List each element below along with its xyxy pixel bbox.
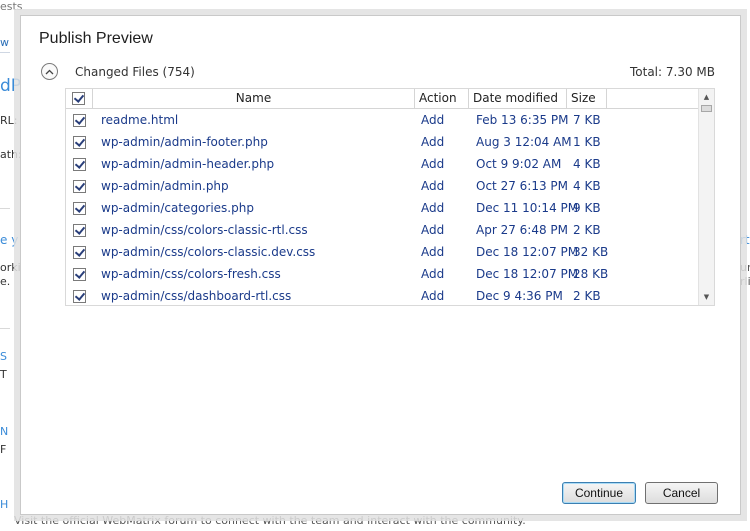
background-text: T xyxy=(0,368,7,381)
column-header-name[interactable]: Name xyxy=(93,89,415,108)
vertical-scrollbar[interactable]: ▲ ▼ xyxy=(698,89,714,305)
file-date: Apr 27 6:48 PM xyxy=(476,223,569,237)
table-row[interactable]: wp-admin/css/colors-classic-rtl.css Add … xyxy=(66,220,698,242)
file-name: wp-admin/css/colors-classic.dev.css xyxy=(101,245,316,259)
file-action: Add xyxy=(421,201,445,215)
file-date: Dec 18 12:07 PM xyxy=(476,267,579,281)
file-name: wp-admin/categories.php xyxy=(101,201,254,215)
scroll-up-icon[interactable]: ▲ xyxy=(699,90,714,104)
file-name: wp-admin/css/dashboard-rtl.css xyxy=(101,289,292,303)
background-text: ur xyxy=(740,261,750,274)
row-checkbox[interactable] xyxy=(73,224,86,237)
chevron-up-icon[interactable] xyxy=(41,63,58,80)
row-checkbox[interactable] xyxy=(73,136,86,149)
file-name: wp-admin/admin.php xyxy=(101,179,229,193)
file-name: readme.html xyxy=(101,113,179,127)
table-row[interactable]: wp-admin/admin-header.php Add Oct 9 9:02… xyxy=(66,154,698,176)
select-all-checkbox[interactable] xyxy=(72,92,85,105)
row-checkbox[interactable] xyxy=(73,180,86,193)
background-divider xyxy=(0,52,10,53)
row-checkbox[interactable] xyxy=(73,290,86,303)
row-checkbox[interactable] xyxy=(73,246,86,259)
file-date: Dec 11 10:14 PM xyxy=(476,201,579,215)
background-footer-text: Visit the official WebMatrix forum to co… xyxy=(14,514,526,527)
file-size: 28 KB xyxy=(573,267,609,281)
file-size: 4 KB xyxy=(573,157,601,171)
file-date: Feb 13 6:35 PM xyxy=(476,113,569,127)
cancel-button[interactable]: Cancel xyxy=(645,482,718,504)
background-heading: N xyxy=(0,425,9,438)
file-size: 4 KB xyxy=(573,179,601,193)
file-size: 1 KB xyxy=(573,135,601,149)
column-header-filler xyxy=(607,89,698,108)
column-header-size[interactable]: Size xyxy=(567,89,607,108)
column-header-date-modified[interactable]: Date modified xyxy=(469,89,567,108)
scrollbar-thumb[interactable] xyxy=(701,105,712,112)
background-path-label: ath: xyxy=(0,148,22,161)
changed-files-table: Name Action Date modified Size readme.ht… xyxy=(65,88,715,306)
table-row[interactable]: wp-admin/categories.php Add Dec 11 10:14… xyxy=(66,198,698,220)
publish-preview-dialog: Publish Preview Changed Files (754) Tota… xyxy=(20,15,741,515)
file-name: wp-admin/css/colors-fresh.css xyxy=(101,267,281,281)
background-divider xyxy=(0,328,10,329)
total-size-label: Total: 7.30 MB xyxy=(629,65,715,79)
file-date: Dec 9 4:36 PM xyxy=(476,289,563,303)
scroll-down-icon[interactable]: ▼ xyxy=(699,290,714,304)
file-action: Add xyxy=(421,179,445,193)
file-size: 9 KB xyxy=(573,201,601,215)
file-date: Oct 27 6:13 PM xyxy=(476,179,568,193)
background-heading: S xyxy=(0,350,7,363)
background-text: e. xyxy=(0,275,11,288)
dialog-title: Publish Preview xyxy=(39,30,153,47)
background-tab[interactable]: ests xyxy=(0,0,23,13)
file-date: Aug 3 12:04 AM xyxy=(476,135,572,149)
table-row[interactable]: readme.html Add Feb 13 6:35 PM 7 KB xyxy=(66,110,698,132)
table-row[interactable]: wp-admin/admin-footer.php Add Aug 3 12:0… xyxy=(66,132,698,154)
row-checkbox[interactable] xyxy=(73,158,86,171)
background-heading: e y xyxy=(0,233,19,247)
background-link[interactable]: w xyxy=(0,36,9,49)
file-name: wp-admin/admin-header.php xyxy=(101,157,275,171)
file-size: 7 KB xyxy=(573,113,601,127)
file-name: wp-admin/admin-footer.php xyxy=(101,135,268,149)
table-row[interactable]: wp-admin/css/colors-fresh.css Add Dec 18… xyxy=(66,264,698,286)
row-checkbox[interactable] xyxy=(73,202,86,215)
background-url-label: RL: xyxy=(0,114,18,127)
background-site-title: dP xyxy=(0,76,22,96)
file-action: Add xyxy=(421,135,445,149)
chevron-up-glyph xyxy=(45,69,54,74)
background-text: rli xyxy=(740,275,750,288)
table-header: Name Action Date modified Size xyxy=(66,89,698,109)
background-heading: rt xyxy=(740,233,750,247)
column-header-action[interactable]: Action xyxy=(415,89,469,108)
file-size: 2 KB xyxy=(573,289,601,303)
file-name: wp-admin/css/colors-classic-rtl.css xyxy=(101,223,308,237)
table-row[interactable]: wp-admin/admin.php Add Oct 27 6:13 PM 4 … xyxy=(66,176,698,198)
changed-files-label: Changed Files (754) xyxy=(75,65,195,79)
background-text: orki xyxy=(0,261,21,274)
file-size: 2 KB xyxy=(573,223,601,237)
table-row[interactable]: wp-admin/css/dashboard-rtl.css Add Dec 9… xyxy=(66,286,698,305)
file-date: Dec 18 12:07 PM xyxy=(476,245,579,259)
background-heading: H xyxy=(0,498,9,511)
file-action: Add xyxy=(421,157,445,171)
background-text: F xyxy=(0,443,7,456)
row-checkbox[interactable] xyxy=(73,114,86,127)
file-action: Add xyxy=(421,113,445,127)
header-select-all-cell xyxy=(66,89,93,108)
file-action: Add xyxy=(421,267,445,281)
file-action: Add xyxy=(421,289,445,303)
continue-button[interactable]: Continue xyxy=(562,482,636,504)
file-action: Add xyxy=(421,223,445,237)
file-action: Add xyxy=(421,245,445,259)
file-date: Oct 9 9:02 AM xyxy=(476,157,562,171)
background-divider xyxy=(0,208,10,209)
table-row[interactable]: wp-admin/css/colors-classic.dev.css Add … xyxy=(66,242,698,264)
row-checkbox[interactable] xyxy=(73,268,86,281)
file-size: 32 KB xyxy=(573,245,609,259)
